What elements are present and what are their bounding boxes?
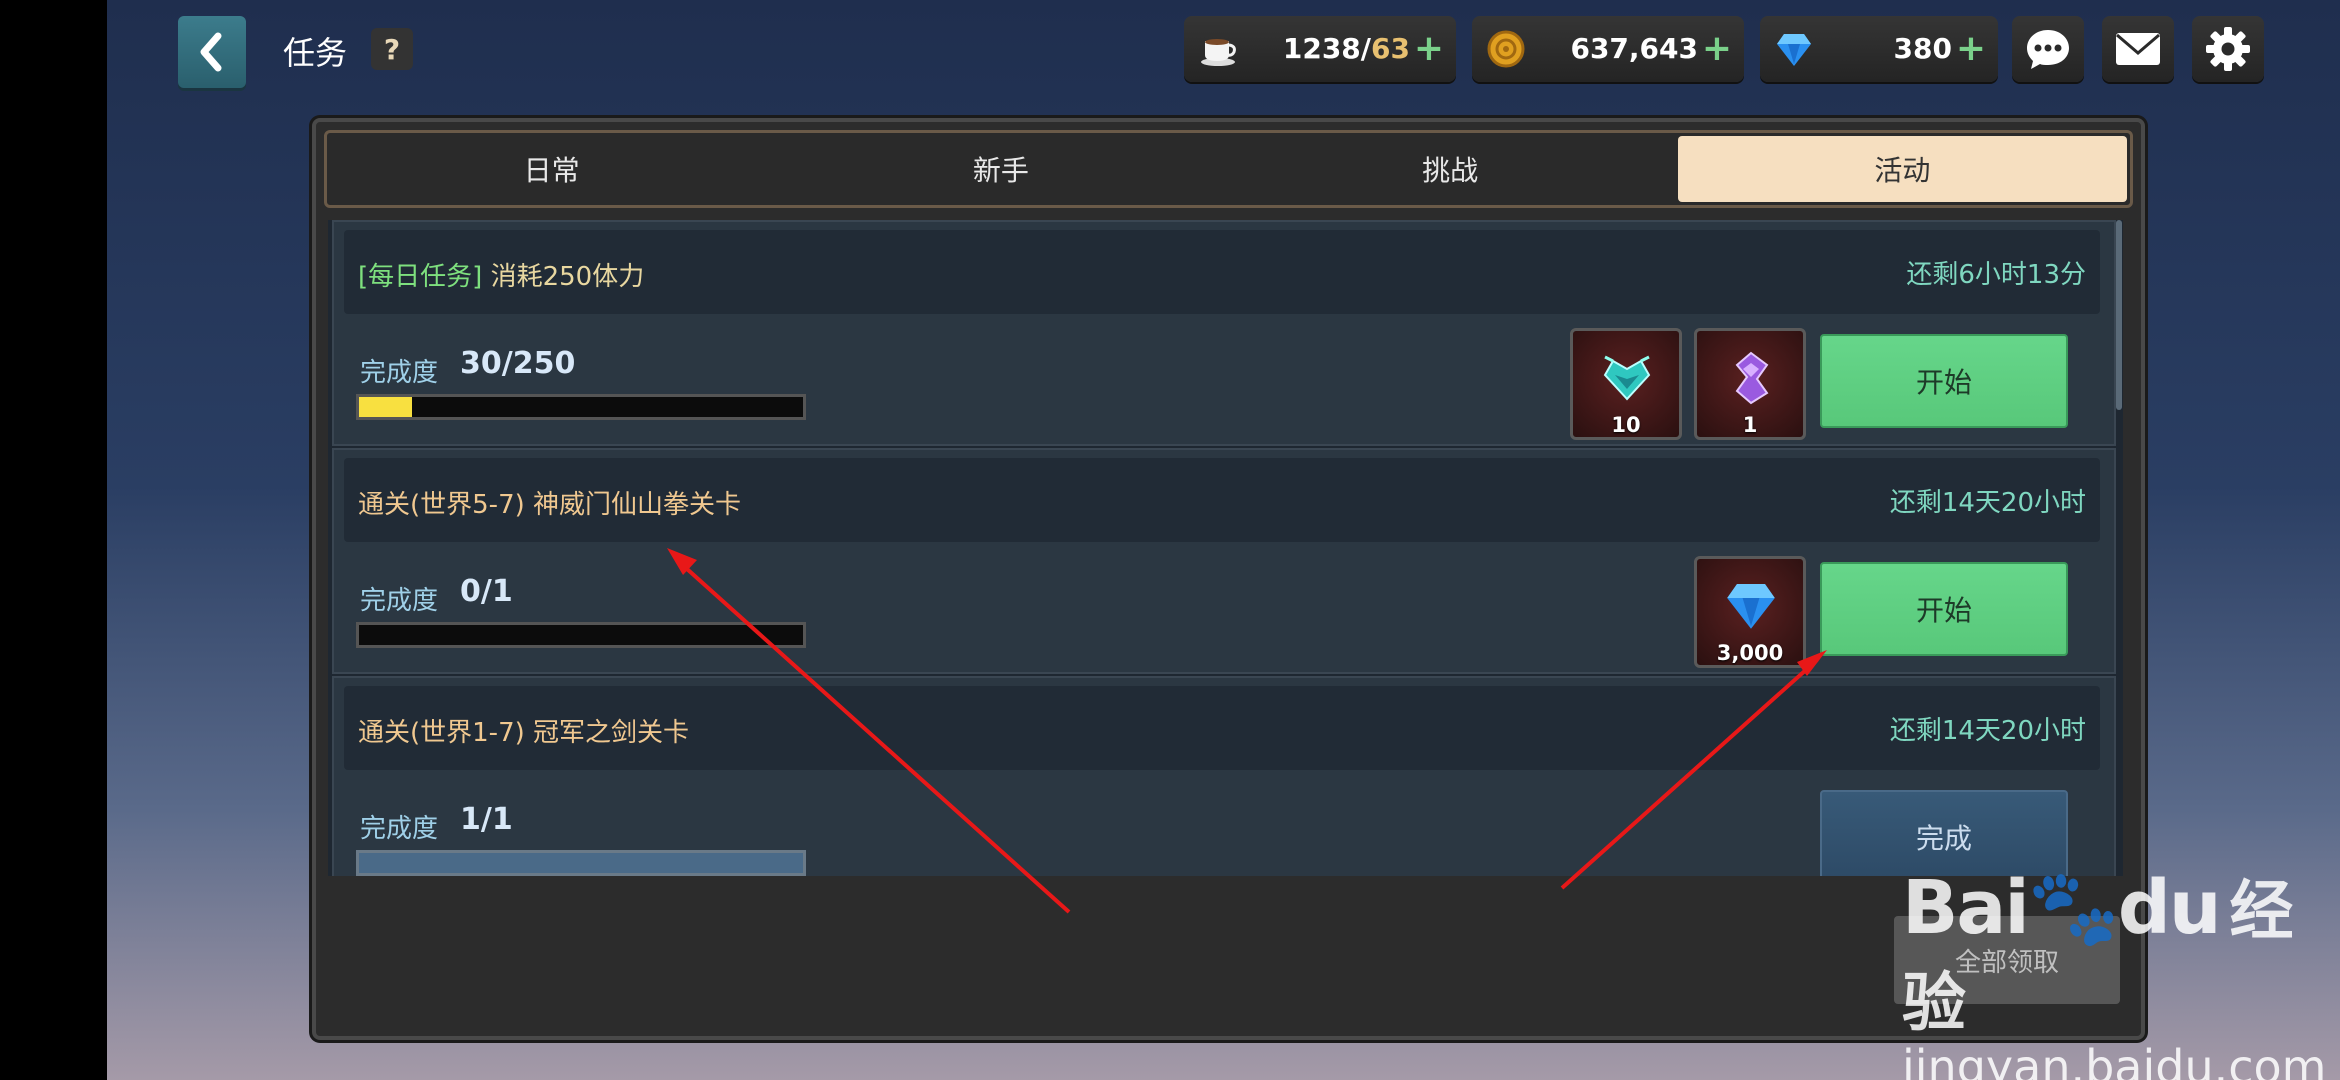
watermark-logo: Bai🐾du 经验 — [1902, 860, 2340, 1044]
start-button[interactable]: 开始 — [1820, 562, 2068, 656]
progress-value: 1/1 — [460, 802, 513, 837]
mail-button[interactable] — [2102, 16, 2174, 82]
tab-daily[interactable]: 日常 — [327, 133, 776, 205]
quest-header: [每日任务] 消耗250体力 还剩6小时13分 — [344, 230, 2100, 314]
reward-amount: 1 — [1742, 413, 1758, 437]
quest-list[interactable]: [每日任务] 消耗250体力 还剩6小时13分 完成度 30/250 10 1 … — [328, 220, 2123, 876]
quest-list-scrollbar[interactable] — [2116, 220, 2122, 410]
watermark-url: jingyan.baidu.com — [1902, 1040, 2327, 1080]
progress-label: 完成度 — [360, 814, 439, 844]
baidu-watermark: Bai🐾du 经验 jingyan.baidu.com — [1902, 860, 2340, 1080]
quest-tag: [每日任务] — [358, 262, 483, 292]
diamond-icon — [1727, 584, 1775, 629]
add-stamina-button[interactable]: + — [1414, 28, 1444, 69]
game-screen: 任务 ? 1238/63 + 637,643 + 380 + 日常 新手 挑战 … — [107, 0, 2340, 1080]
quest-panel: 日常 新手 挑战 活动 [每日任务] 消耗250体力 还剩6小时13分 完成度 … — [312, 118, 2145, 1040]
chevron-left-icon — [200, 32, 222, 72]
quest-header: 通关(世界1-7) 冠军之剑关卡 还剩14天20小时 — [344, 686, 2100, 770]
tab-beginner[interactable]: 新手 — [776, 133, 1225, 205]
progress-value: 0/1 — [460, 574, 513, 609]
quest-item: 通关(世界1-7) 冠军之剑关卡 还剩14天20小时 完成度 1/1 完成 — [332, 676, 2116, 876]
quest-title: 通关(世界1-7) 冠军之剑关卡 — [358, 712, 689, 749]
start-button[interactable]: 开始 — [1820, 334, 2068, 428]
watermark-logo-text: Bai — [1902, 865, 2030, 951]
paw-icon: 🐾 — [2027, 865, 2120, 951]
crystal-heart-icon — [1603, 355, 1651, 401]
quest-item: [每日任务] 消耗250体力 还剩6小时13分 完成度 30/250 10 1 … — [332, 220, 2116, 446]
quest-title: 通关(世界5-7) 神威门仙山拳关卡 — [358, 484, 741, 521]
progress-bar — [356, 850, 806, 876]
quest-time-left: 还剩14天20小时 — [1889, 716, 2086, 746]
progress-bar — [356, 394, 806, 420]
gear-icon — [2206, 27, 2250, 71]
settings-button[interactable] — [2192, 16, 2264, 82]
quest-name: 消耗250体力 — [490, 262, 645, 292]
reward-amount: 10 — [1611, 413, 1641, 437]
coffee-cup-icon — [1201, 39, 1236, 66]
tab-bar: 日常 新手 挑战 活动 — [324, 130, 2133, 208]
quest-title: [每日任务] 消耗250体力 — [358, 256, 644, 293]
progress-label: 完成度 — [360, 358, 439, 388]
add-gems-button[interactable]: + — [1956, 28, 1986, 69]
gem-counter: 380 + — [1760, 16, 1998, 82]
progress-value: 30/250 — [460, 346, 576, 381]
reward-slot[interactable]: 3,000 — [1694, 556, 1806, 668]
quest-name: 通关(世界5-7) 神威门仙山拳关卡 — [358, 490, 742, 520]
stamina-max: 63 — [1371, 32, 1410, 65]
quest-time-left: 还剩14天20小时 — [1889, 488, 2086, 518]
stamina-counter: 1238/63 + — [1184, 16, 1456, 82]
progress-label: 完成度 — [360, 586, 439, 616]
reward-slot[interactable]: 10 — [1570, 328, 1682, 440]
progress-fill — [359, 397, 413, 417]
gold-amount: 637,643 — [1570, 32, 1698, 65]
quest-time-left: 还剩6小时13分 — [1906, 260, 2086, 290]
quest-name: 通关(世界1-7) 冠军之剑关卡 — [358, 718, 690, 748]
chat-button[interactable] — [2012, 16, 2084, 82]
purple-crystal-icon — [1735, 351, 1769, 405]
tab-event[interactable]: 活动 — [1677, 136, 2127, 202]
add-gold-button[interactable]: + — [1702, 28, 1732, 69]
quest-header: 通关(世界5-7) 神威门仙山拳关卡 还剩14天20小时 — [344, 458, 2100, 542]
diamond-icon — [1777, 34, 1811, 66]
gem-amount: 380 — [1893, 32, 1952, 65]
envelope-icon — [2116, 33, 2160, 65]
reward-slot[interactable]: 1 — [1694, 328, 1806, 440]
chat-bubble-icon — [2027, 30, 2069, 69]
page-title: 任务 — [283, 34, 348, 72]
stamina-separator: / — [1360, 32, 1372, 65]
quest-item: 通关(世界5-7) 神威门仙山拳关卡 还剩14天20小时 完成度 0/1 3,0… — [332, 448, 2116, 674]
stamina-current: 1238 — [1282, 32, 1361, 65]
back-button[interactable] — [178, 16, 246, 88]
progress-fill — [359, 853, 803, 873]
progress-bar — [356, 622, 806, 648]
reward-amount: 3,000 — [1716, 641, 1784, 665]
gold-coin-icon — [1487, 30, 1525, 68]
gold-counter: 637,643 + — [1472, 16, 1744, 82]
tab-challenge[interactable]: 挑战 — [1226, 133, 1675, 205]
help-button[interactable]: ? — [371, 28, 413, 70]
watermark-logo-text2: du — [2117, 865, 2222, 951]
